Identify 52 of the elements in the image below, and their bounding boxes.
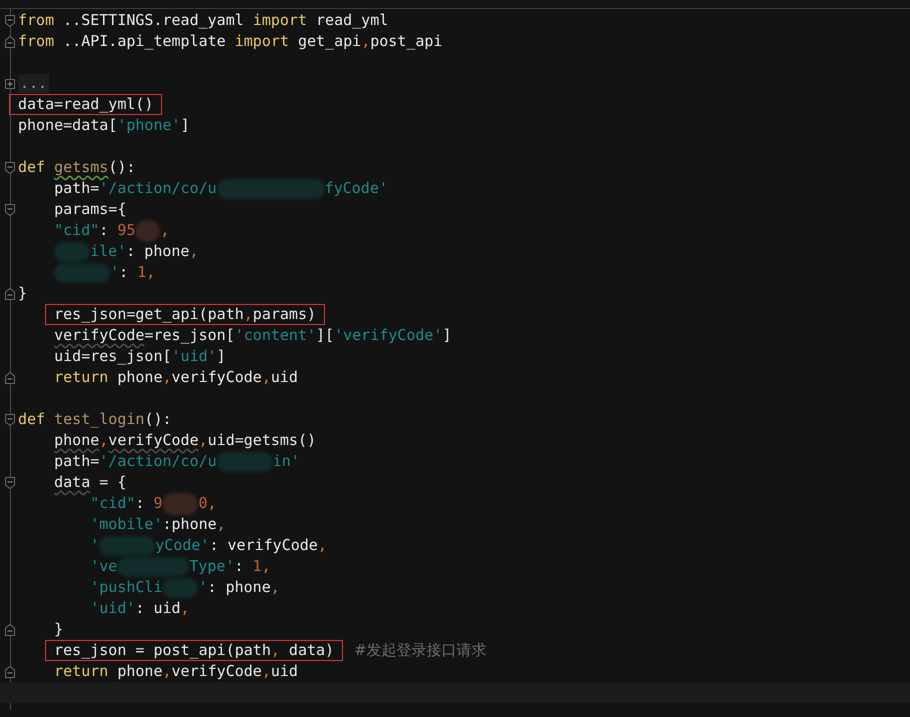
- code-line: fyCode': [324, 179, 388, 198]
- code-line: return phone,verifyCode,uid: [54, 662, 298, 681]
- collapse-icon[interactable]: [4, 34, 16, 48]
- code-line: phone,verifyCode,uid=getsms(): [54, 431, 316, 450]
- code-line: data=read_yml(): [10, 95, 162, 114]
- code-line: path='/action/co/u: [54, 452, 217, 471]
- code-line: }: [54, 620, 64, 639]
- code-line: res_json=get_api(path,params): [46, 305, 324, 324]
- code-line: from ..API.api_template import get_api,post_api: [18, 32, 442, 51]
- code-line: ,: [160, 221, 170, 240]
- code-line: 'uid': uid,: [90, 599, 190, 618]
- code-line: phone=data['phone']: [18, 116, 190, 135]
- collapse-icon[interactable]: [4, 14, 16, 28]
- collapse-icon[interactable]: [4, 202, 16, 216]
- redaction-blur: [162, 492, 198, 514]
- code-line: "cid": 9: [90, 494, 162, 513]
- expand-icon[interactable]: [4, 76, 16, 90]
- collapse-icon[interactable]: [4, 160, 16, 174]
- collapse-icon[interactable]: [4, 476, 16, 490]
- code-line: def test_login():: [18, 410, 172, 429]
- code-line: path='/action/co/u: [54, 179, 217, 198]
- code-line: 0,: [198, 494, 217, 513]
- redaction-blur: [99, 536, 156, 556]
- redaction-blur: [135, 220, 160, 242]
- code-line: 'mobile':phone,: [90, 515, 226, 534]
- collapse-icon[interactable]: [4, 286, 16, 300]
- code-line: def getsms():: [18, 158, 136, 177]
- code-line: return phone,verifyCode,uid: [54, 368, 298, 387]
- code-line: ': phone,: [198, 578, 280, 597]
- collapse-icon[interactable]: [4, 664, 16, 678]
- code-line: in': [272, 452, 300, 471]
- collapse-icon[interactable]: [4, 412, 16, 426]
- code-comment: #发起登录接口请求: [354, 641, 487, 660]
- code-line: "cid": 95: [54, 221, 136, 240]
- code-line: ': [90, 536, 100, 555]
- code-line: data = {: [54, 473, 126, 492]
- collapse-icon[interactable]: [4, 370, 16, 384]
- code-line: uid=res_json['uid']: [54, 347, 226, 366]
- code-line: }: [18, 284, 28, 303]
- code-line: yCode': verifyCode,: [155, 536, 327, 555]
- code-line: 've: [90, 557, 118, 576]
- code-line: ile': phone,: [90, 242, 198, 261]
- redaction-blur: [216, 452, 273, 472]
- code-line: 'pushCli: [90, 578, 162, 597]
- code-line: from ..SETTINGS.read_yaml import read_yml: [18, 11, 388, 30]
- code-line: params={: [54, 200, 126, 219]
- code-line: verifyCode=res_json['content']['verifyCode']: [54, 326, 452, 345]
- folded-code: ...: [18, 74, 50, 93]
- code-line: ': 1,: [110, 263, 156, 282]
- code-line: Type': 1,: [189, 557, 271, 576]
- code-line: res_json = post_api(path, data): [46, 641, 342, 660]
- collapse-icon[interactable]: [4, 622, 16, 636]
